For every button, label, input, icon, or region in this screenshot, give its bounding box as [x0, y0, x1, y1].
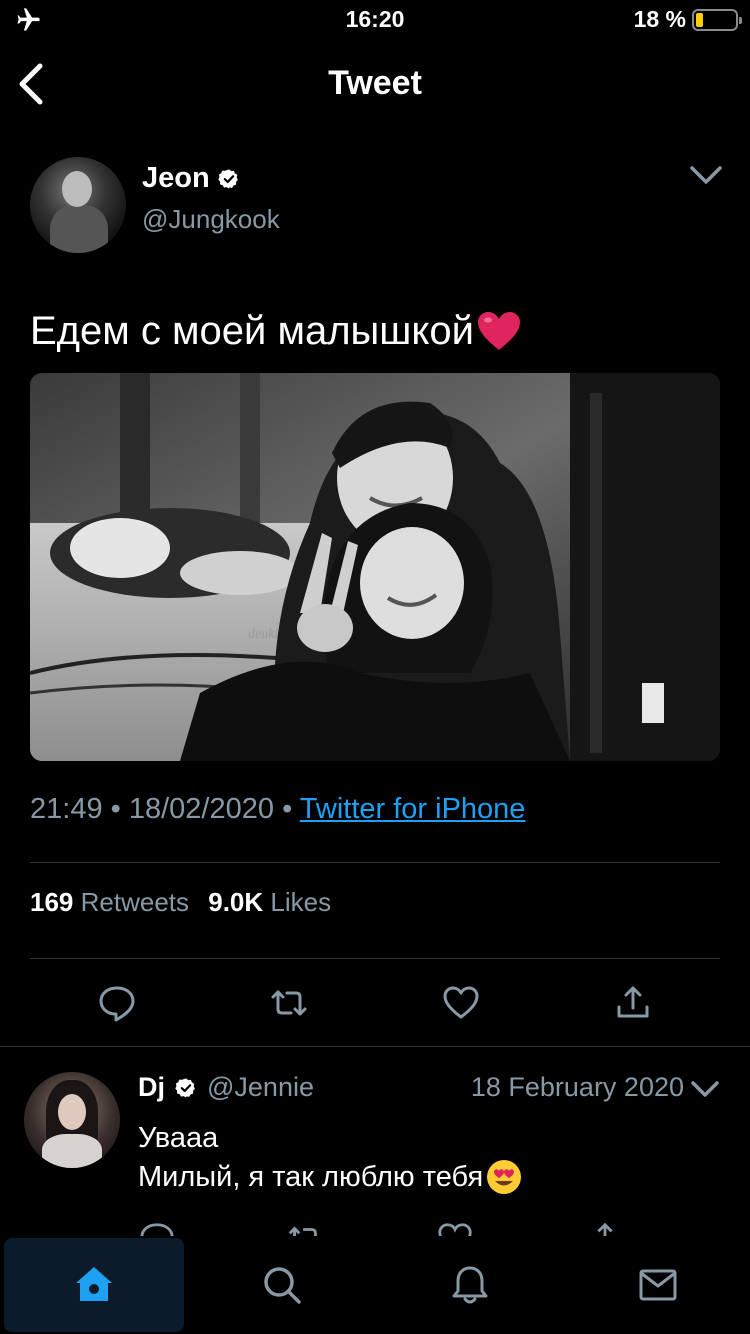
divider [30, 862, 720, 863]
divider [30, 958, 720, 959]
search-icon [264, 1267, 301, 1304]
retweet-icon[interactable] [286, 1220, 324, 1236]
retweets-count[interactable]: 169 [30, 887, 73, 917]
heart-eyes-emoji-icon [487, 1160, 522, 1194]
reply-date: 18 February 2020 [470, 1072, 684, 1102]
page-title: Tweet [328, 64, 422, 102]
tweet-date: 18/02/2020 [128, 793, 275, 825]
nav-bar: Tweet [0, 40, 750, 130]
reply-header[interactable]: Dj @Jennie [138, 1072, 314, 1103]
divider [0, 1046, 750, 1047]
likes-count[interactable]: 9.0K [208, 887, 263, 917]
reply-text-body: Милый, я так люблю тебя [138, 1161, 484, 1193]
avatar-body [42, 1134, 102, 1168]
tweet-text: Едем с моей малышкой [30, 306, 522, 356]
tweet-time: 21:49 [30, 793, 103, 825]
verified-icon [217, 168, 238, 189]
battery-fill [696, 13, 703, 27]
reply-author-name: Dj [138, 1072, 165, 1102]
reply-author-handle: @Jennie [207, 1072, 314, 1102]
mail-icon [639, 1269, 677, 1301]
status-bar: 16:20 18 % [0, 0, 750, 40]
meta-separator: • [110, 793, 121, 825]
red-heart-emoji-icon [477, 312, 520, 350]
retweet-icon[interactable] [269, 983, 309, 1023]
tab-search[interactable] [192, 1238, 372, 1332]
bell-icon [452, 1266, 488, 1304]
meta-separator: • [282, 793, 293, 825]
reply-text-line: Увааа [138, 1122, 219, 1154]
share-icon[interactable] [586, 1220, 624, 1236]
like-icon[interactable] [436, 1220, 474, 1236]
reply-text-line: Милый, я так люблю тебя [138, 1158, 523, 1196]
tweet-source-link[interactable]: Twitter for iPhone [300, 793, 526, 825]
battery-percent: 18 % [633, 6, 686, 32]
reply-author-avatar[interactable] [24, 1072, 120, 1168]
tab-notifications[interactable] [380, 1238, 560, 1332]
chevron-down-icon[interactable] [690, 1076, 720, 1102]
author-avatar[interactable] [30, 157, 126, 253]
tweet-stats: 169 Retweets 9.0K Likes [30, 887, 343, 918]
avatar-face [62, 171, 92, 207]
tab-bar [0, 1236, 750, 1334]
like-icon[interactable] [441, 983, 481, 1023]
tab-home[interactable] [4, 1238, 184, 1332]
tweet-meta: 21:49 • 18/02/2020 • Twitter for iPhone [30, 793, 525, 826]
home-icon [76, 1267, 112, 1301]
tweet-text-body: Едем с моей малышкой [30, 309, 474, 353]
reply-icon[interactable] [138, 1220, 176, 1236]
reply-actions [0, 1216, 750, 1236]
photo-watermark: deuki [248, 627, 278, 642]
chevron-down-icon[interactable] [688, 160, 724, 188]
avatar-body [50, 205, 108, 253]
tab-messages[interactable] [568, 1238, 748, 1332]
battery-icon [692, 9, 742, 31]
author-handle[interactable]: @Jungkook [142, 204, 280, 235]
likes-label[interactable]: Likes [270, 887, 331, 917]
author-name: Jeon [142, 162, 210, 194]
retweets-label[interactable]: Retweets [81, 887, 189, 917]
verified-icon [175, 1077, 195, 1098]
share-icon[interactable] [613, 983, 653, 1023]
author-name-row[interactable]: Jeon [142, 162, 240, 195]
tweet-photo[interactable]: deuki [30, 373, 720, 761]
reply-icon[interactable] [97, 983, 137, 1023]
avatar-face [58, 1094, 86, 1130]
